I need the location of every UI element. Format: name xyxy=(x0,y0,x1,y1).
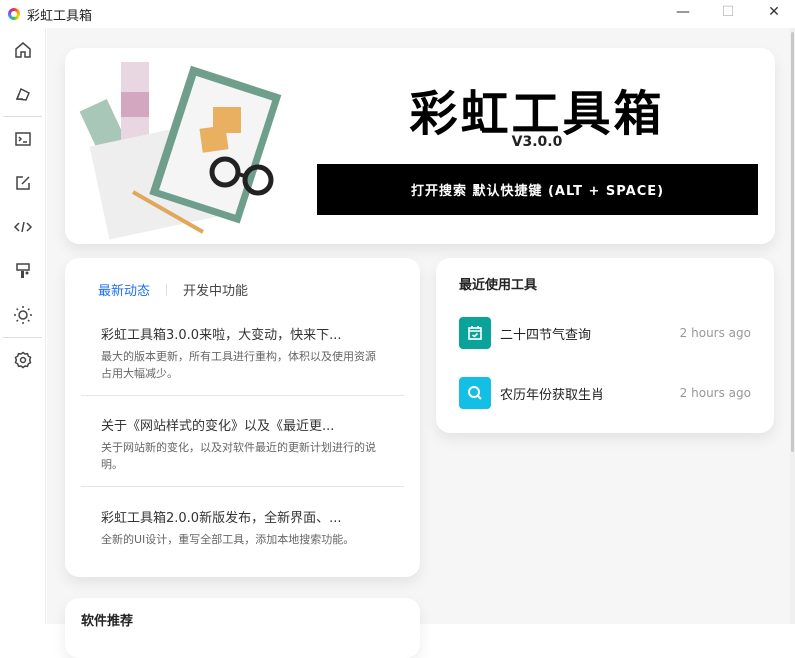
sidebar-item-settings[interactable] xyxy=(0,338,46,382)
tool-time: 2 hours ago xyxy=(679,386,751,400)
tool-name: 二十四节气查询 xyxy=(500,327,592,343)
app-title: 彩虹工具箱 xyxy=(27,8,93,24)
news-desc: 关于网站新的变化，以及对软件最近的更新计划进行的说明。 xyxy=(101,441,376,471)
sidebar-item-terminal[interactable] xyxy=(0,117,46,161)
news-item[interactable]: 彩虹工具箱3.0.0来啦，大变动，快来下... 最大的版本更新，所有工具进行重构，… xyxy=(81,324,404,382)
hero-banner: 彩虹工具箱 V3.0.0 打开搜索 默认快捷键 (ALT + SPACE) xyxy=(65,48,775,244)
sun-icon xyxy=(14,306,32,324)
sidebar-item-cards[interactable] xyxy=(0,72,46,116)
news-title: 彩虹工具箱3.0.0来啦，大变动，快来下... xyxy=(101,328,342,343)
software-recommend-title: 软件推荐 xyxy=(81,614,134,629)
code-icon xyxy=(13,221,33,233)
open-search-button[interactable]: 打开搜索 默认快捷键 (ALT + SPACE) xyxy=(317,164,758,215)
paint-roller-icon xyxy=(16,263,30,278)
sidebar xyxy=(0,28,46,624)
news-desc: 全新的UI设计，重写全部工具，添加本地搜索功能。 xyxy=(101,533,355,546)
tool-name: 农历年份获取生肖 xyxy=(500,387,605,403)
calendar-check-icon xyxy=(459,317,491,349)
news-desc: 最大的版本更新，所有工具进行重构，体积以及使用资源占用大幅减少。 xyxy=(101,350,376,380)
sidebar-item-home[interactable] xyxy=(0,28,46,72)
sidebar-item-code[interactable] xyxy=(0,205,46,249)
news-title: 关于《网站样式的变化》以及《最近更... xyxy=(101,419,335,434)
news-card: 最新动态 开发中功能 彩虹工具箱3.0.0来啦，大变动，快来下... 最大的版本更… xyxy=(65,258,420,577)
sidebar-item-edit[interactable] xyxy=(0,161,46,205)
title-bar: 彩虹工具箱 — ☐ ✕ xyxy=(0,0,795,28)
software-recommend-card: 软件推荐 xyxy=(65,598,420,658)
tool-time: 2 hours ago xyxy=(679,326,751,340)
tab-in-development[interactable]: 开发中功能 xyxy=(183,280,248,299)
main-content: 彩虹工具箱 V3.0.0 打开搜索 默认快捷键 (ALT + SPACE) 最新… xyxy=(47,28,790,658)
terminal-icon xyxy=(15,132,31,146)
sidebar-item-paint[interactable] xyxy=(0,249,46,293)
maximize-button[interactable]: ☐ xyxy=(718,4,738,22)
gear-icon xyxy=(14,351,32,369)
news-title: 彩虹工具箱2.0.0新版发布，全新界面、... xyxy=(101,511,342,526)
home-icon xyxy=(15,42,31,58)
divider xyxy=(81,486,404,487)
tab-divider xyxy=(166,283,168,296)
close-button[interactable]: ✕ xyxy=(764,4,784,22)
recent-tools-card: 最近使用工具 二十四节气查询 2 hours ago 农历年份获取生肖 2 ho… xyxy=(436,258,774,433)
scrollbar[interactable] xyxy=(790,28,795,624)
sidebar-item-theme[interactable] xyxy=(0,293,46,337)
scrollbar-thumb[interactable] xyxy=(791,32,794,452)
minimize-button[interactable]: — xyxy=(673,4,693,22)
news-item[interactable]: 彩虹工具箱2.0.0新版发布，全新界面、... 全新的UI设计，重写全部工具，添加… xyxy=(81,507,404,548)
search-icon xyxy=(459,377,491,409)
recent-tool-item[interactable]: 农历年份获取生肖 2 hours ago xyxy=(459,377,751,409)
news-item[interactable]: 关于《网站样式的变化》以及《最近更... 关于网站新的变化，以及对软件最近的更新计… xyxy=(81,415,404,473)
edit-icon xyxy=(16,176,30,190)
hero-illustration xyxy=(79,62,282,240)
version-label: V3.0.0 xyxy=(511,134,563,150)
recent-tool-item[interactable]: 二十四节气查询 2 hours ago xyxy=(459,317,751,349)
app-logo-icon xyxy=(8,8,20,20)
recent-tools-title: 最近使用工具 xyxy=(459,278,538,293)
divider xyxy=(81,395,404,396)
cards-icon xyxy=(15,87,30,101)
tab-latest-news[interactable]: 最新动态 xyxy=(98,280,150,299)
